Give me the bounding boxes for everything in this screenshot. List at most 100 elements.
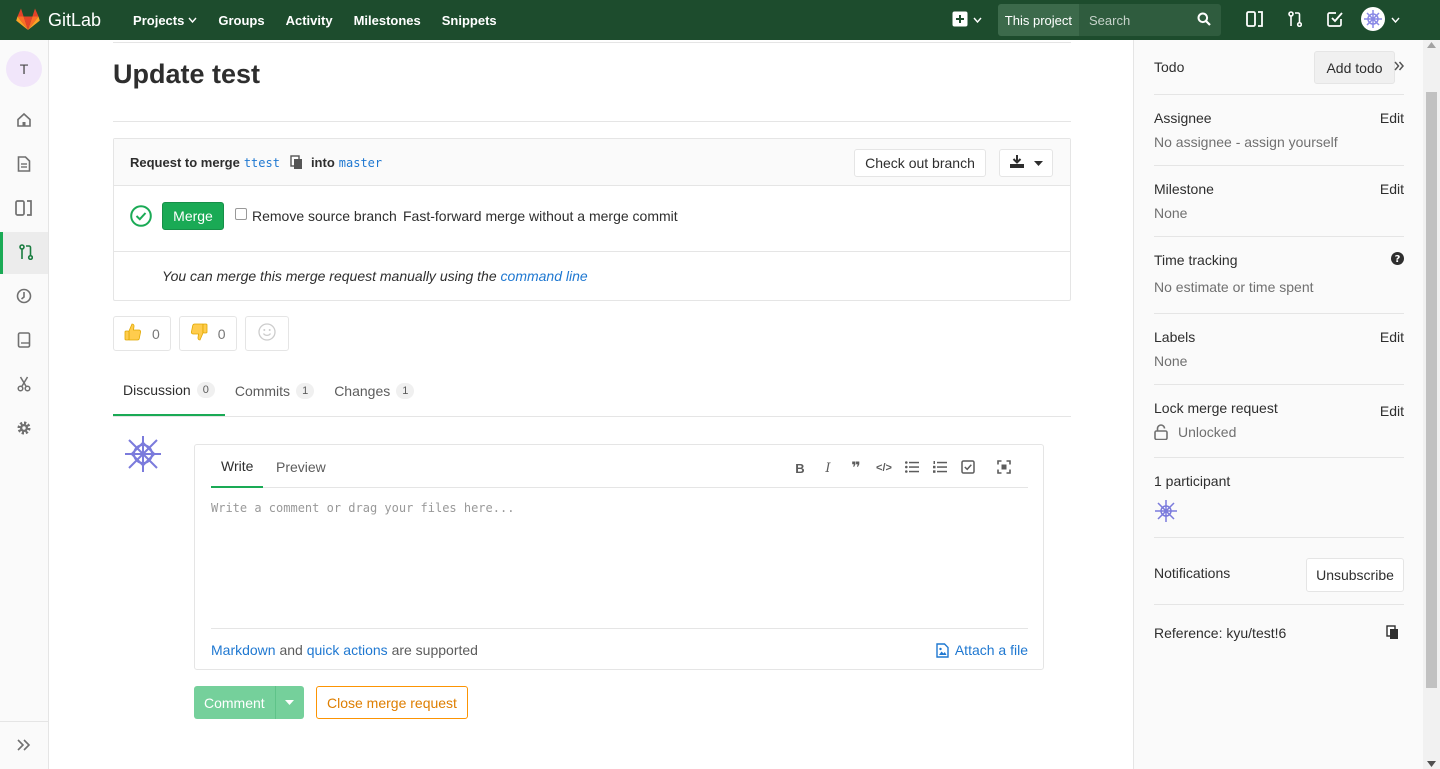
target-branch-link[interactable]: master: [339, 156, 382, 170]
lock-label: Lock merge request: [1154, 400, 1278, 416]
scrollbar-thumb[interactable]: [1426, 92, 1437, 688]
gitlab-logo-icon: [16, 8, 40, 33]
markdown-link[interactable]: Markdown: [211, 642, 276, 658]
merge-request-icon: [1288, 10, 1303, 30]
divider: [113, 121, 1071, 122]
tab-write[interactable]: Write: [211, 445, 264, 488]
thumbsdown-award-button[interactable]: 0: [178, 316, 237, 351]
gitlab-brand[interactable]: GitLab: [16, 8, 101, 33]
close-merge-request-button[interactable]: Close merge request: [316, 686, 468, 719]
comment-button[interactable]: Comment: [194, 686, 276, 719]
help-question-icon[interactable]: ?: [1391, 252, 1404, 265]
scroll-up-arrow-icon[interactable]: [1427, 42, 1436, 48]
time-tracking-block: Time tracking ? No estimate or time spen…: [1154, 252, 1404, 295]
task-list-button[interactable]: [954, 459, 982, 477]
editor-tabs: Write Preview B I ❞ </>: [211, 445, 1028, 488]
sidebar-item-merge-requests[interactable]: [0, 232, 48, 274]
add-reaction-button[interactable]: [244, 316, 289, 351]
sidebar-item-ci-cd[interactable]: [0, 276, 48, 318]
edit-lock-link[interactable]: Edit: [1380, 403, 1404, 419]
project-sidebar: T: [0, 40, 49, 769]
sidebar-item-snippets[interactable]: [0, 364, 48, 406]
code-button[interactable]: </>: [870, 459, 898, 477]
quick-actions-link[interactable]: quick actions: [307, 642, 388, 658]
user-menu[interactable]: [1361, 6, 1400, 34]
italic-button[interactable]: I: [814, 459, 842, 477]
tab-changes[interactable]: Changes 1: [324, 365, 424, 416]
thumbsup-count: 0: [152, 325, 160, 342]
sidebar-item-issues[interactable]: [0, 188, 48, 230]
quote-button[interactable]: ❞: [842, 459, 870, 477]
tab-commits[interactable]: Commits 1: [225, 365, 324, 416]
search-input[interactable]: Search: [1079, 4, 1221, 36]
plus-square-icon: [952, 11, 968, 30]
nav-link-groups[interactable]: Groups: [218, 13, 264, 28]
search-bar[interactable]: This project Search: [997, 4, 1221, 36]
command-line-link[interactable]: command line: [501, 268, 588, 284]
ci-icon: [16, 288, 32, 307]
numbered-list-button[interactable]: [926, 459, 954, 477]
remove-source-branch-label[interactable]: Remove source branch: [252, 208, 397, 224]
issuable-sidebar: Todo Add todo Assignee Edit No assignee …: [1133, 40, 1423, 769]
mr-widget-footer: You can merge this merge request manuall…: [114, 252, 1070, 300]
tab-discussion[interactable]: Discussion 0: [113, 365, 225, 416]
comment-type-dropdown[interactable]: [275, 686, 304, 719]
comment-textarea[interactable]: Write a comment or drag your files here.…: [211, 501, 514, 515]
divider: [113, 42, 1071, 43]
supported-text: are supported: [391, 642, 478, 658]
issues-nav-button[interactable]: [1235, 0, 1275, 40]
chevron-down-icon: [1391, 17, 1400, 23]
sidebar-item-wiki[interactable]: [0, 320, 48, 362]
merge-button[interactable]: Merge: [162, 202, 224, 230]
thumbsdown-count: 0: [217, 325, 226, 342]
milestone-label: Milestone: [1154, 181, 1214, 197]
edit-labels-link[interactable]: Edit: [1380, 329, 1404, 345]
assignee-value[interactable]: No assignee - assign yourself: [1154, 134, 1404, 150]
divider: [1154, 313, 1404, 314]
nav-link-milestones[interactable]: Milestones: [354, 13, 421, 28]
status-success-icon: [130, 205, 152, 230]
search-scope-badge[interactable]: This project: [997, 4, 1079, 36]
new-dropdown-button[interactable]: [952, 11, 982, 30]
bold-button[interactable]: B: [786, 459, 814, 477]
unsubscribe-button[interactable]: Unsubscribe: [1306, 558, 1404, 592]
nav-link-projects[interactable]: Projects: [133, 13, 197, 28]
sidebar-item-repository[interactable]: [0, 144, 48, 186]
bullet-list-button[interactable]: [898, 459, 926, 477]
divider: [1154, 604, 1404, 605]
page-scrollbar[interactable]: [1423, 40, 1440, 769]
collapse-sidebar-icon[interactable]: [1394, 61, 1404, 71]
todo-label: Todo: [1154, 59, 1185, 75]
project-avatar[interactable]: T: [6, 51, 42, 87]
tab-preview[interactable]: Preview: [276, 445, 326, 488]
download-dropdown-button[interactable]: [999, 149, 1053, 177]
thumbsup-award-button[interactable]: 0: [113, 316, 171, 351]
sidebar-item-project[interactable]: [0, 100, 48, 142]
bullet-list-icon: [905, 460, 919, 476]
remove-source-branch-checkbox[interactable]: [235, 208, 247, 220]
edit-milestone-link[interactable]: Edit: [1380, 181, 1404, 197]
copy-icon[interactable]: [290, 155, 303, 170]
check-out-branch-button[interactable]: Check out branch: [854, 149, 986, 177]
todos-nav-button[interactable]: [1315, 0, 1355, 40]
tab-label: Discussion: [123, 381, 191, 398]
comment-editor: Write Preview B I ❞ </> Write a comment …: [194, 444, 1044, 670]
copy-reference-icon[interactable]: [1386, 625, 1399, 640]
board-icon: [15, 199, 33, 219]
todo-block: Todo Add todo: [1154, 40, 1404, 95]
participant-avatar[interactable]: [1154, 499, 1178, 523]
issues-icon: [1246, 10, 1264, 30]
fullscreen-button[interactable]: [990, 459, 1018, 477]
current-user-avatar[interactable]: [123, 434, 163, 477]
collapse-sidebar-button[interactable]: [0, 721, 48, 769]
source-branch-link[interactable]: ttest: [244, 156, 280, 170]
add-todo-button[interactable]: Add todo: [1314, 51, 1395, 84]
scroll-down-arrow-icon[interactable]: [1427, 761, 1436, 767]
caret-down-icon: [285, 700, 295, 705]
attach-file-button[interactable]: Attach a file: [936, 642, 1028, 658]
sidebar-item-settings[interactable]: [0, 408, 48, 450]
nav-link-snippets[interactable]: Snippets: [442, 13, 497, 28]
merge-requests-nav-button[interactable]: [1275, 0, 1315, 40]
edit-assignee-link[interactable]: Edit: [1380, 110, 1404, 126]
nav-link-activity[interactable]: Activity: [286, 13, 333, 28]
